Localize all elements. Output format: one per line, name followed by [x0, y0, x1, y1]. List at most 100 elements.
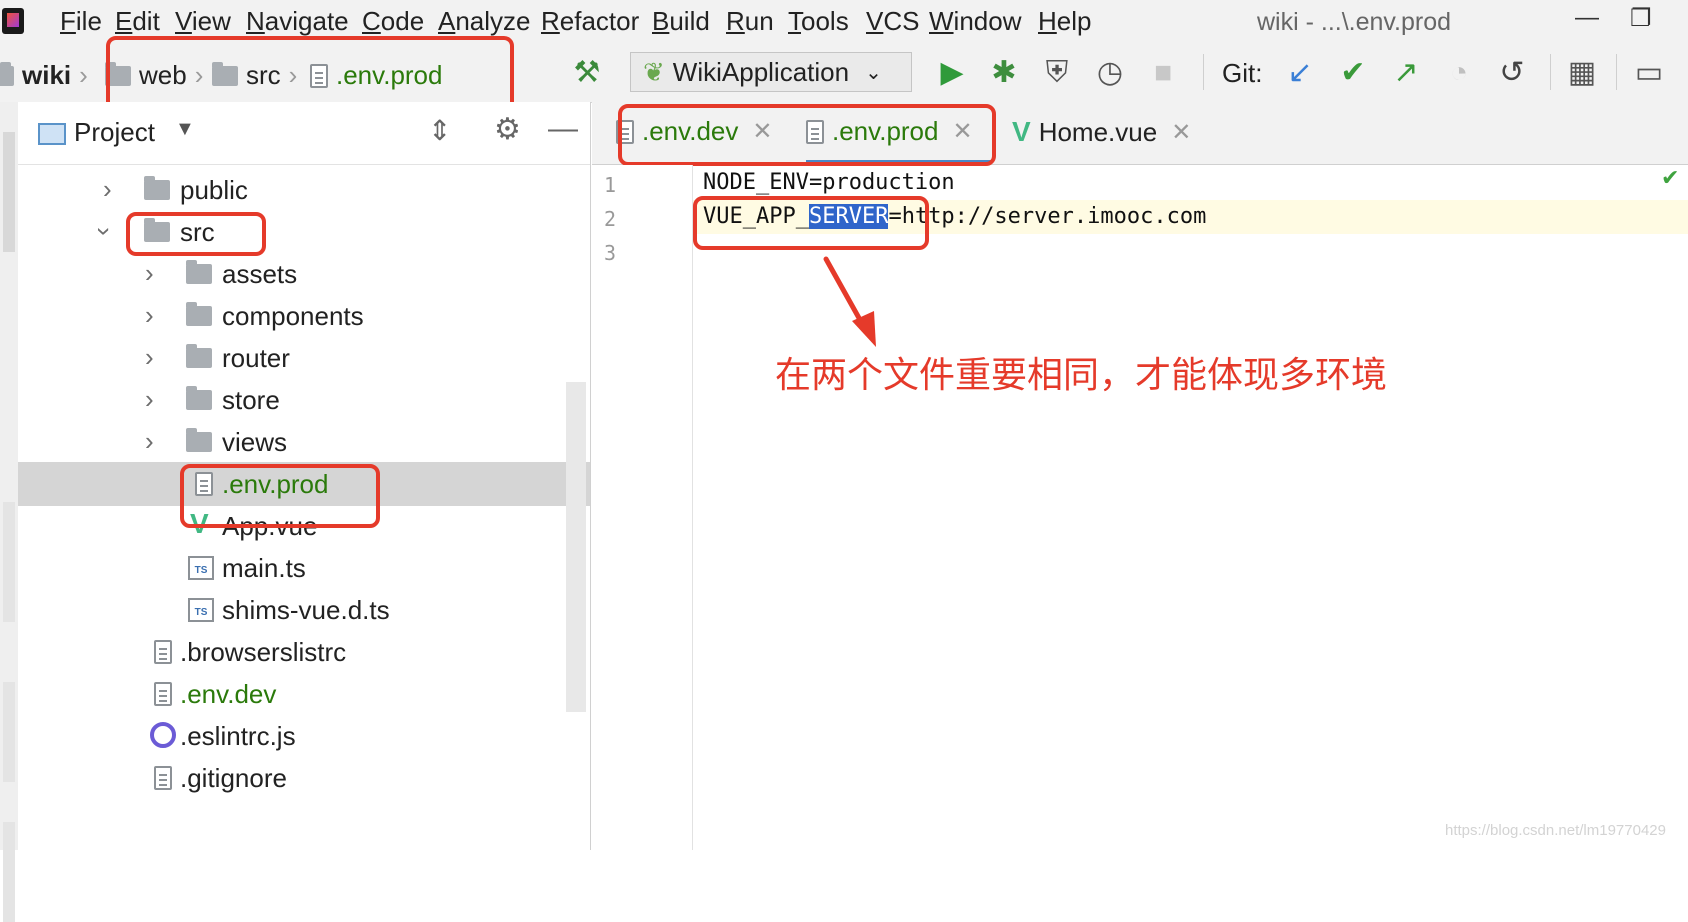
- tree-item-browserslistrc[interactable]: .browserslistrc: [18, 630, 590, 674]
- chevron-down-icon[interactable]: ›: [89, 227, 120, 236]
- tab-label: Home.vue: [1038, 116, 1158, 147]
- chevron-right-icon[interactable]: ›: [145, 342, 154, 373]
- run-configuration-select[interactable]: ❦ WikiApplication ⌄: [630, 52, 912, 92]
- tree-item-label: shims-vue.d.ts: [222, 595, 390, 625]
- annotation-text: 在两个文件重要相同，才能体现多环境: [775, 354, 1388, 395]
- chevron-right-icon[interactable]: ›: [145, 426, 154, 457]
- menu-tools[interactable]: Tools: [788, 6, 849, 37]
- menu-edit[interactable]: Edit: [115, 6, 160, 37]
- tree-item-router[interactable]: › router: [18, 336, 590, 380]
- file-icon: [154, 682, 172, 706]
- line-number: 1: [604, 173, 617, 197]
- app-icon: [2, 8, 24, 34]
- folder-icon: [186, 344, 212, 368]
- breadcrumb-label: wiki: [22, 60, 72, 90]
- tree-item-store[interactable]: › store: [18, 378, 590, 422]
- chevron-right-icon[interactable]: ›: [145, 300, 154, 331]
- tree-item-label: .eslintrc.js: [180, 721, 296, 751]
- tree-item-label: views: [222, 427, 288, 457]
- spring-leaf-icon: ❦: [643, 56, 665, 87]
- run-icon[interactable]: ▶: [935, 56, 969, 90]
- menu-run[interactable]: Run: [726, 6, 774, 37]
- profile-icon[interactable]: ◷: [1093, 56, 1127, 90]
- tree-item-gitignore[interactable]: .gitignore: [18, 756, 590, 800]
- hide-panel-icon[interactable]: —: [548, 112, 578, 146]
- git-label: Git:: [1222, 58, 1263, 88]
- minimize-icon[interactable]: —: [1575, 4, 1599, 32]
- tree-item-components[interactable]: › components: [18, 294, 590, 338]
- tree-item-shims-vue-d-ts[interactable]: TS shims-vue.d.ts: [18, 588, 590, 632]
- restore-icon[interactable]: ❐: [1630, 4, 1652, 33]
- vue-icon: V: [1012, 116, 1031, 147]
- folder-icon: [186, 260, 212, 284]
- toolbar-divider: [1616, 54, 1617, 90]
- tree-item-assets[interactable]: › assets: [18, 252, 590, 296]
- menu-help[interactable]: Help: [1038, 6, 1091, 37]
- tree-item-env-dev[interactable]: .env.dev: [18, 672, 590, 716]
- structure-tool-button[interactable]: [3, 822, 15, 922]
- project-panel-header: Project ▼ ⇕ ⚙ —: [18, 102, 590, 165]
- git-push-icon[interactable]: ↗: [1389, 56, 1423, 90]
- tree-item-label: assets: [222, 259, 298, 289]
- git-rollback-icon[interactable]: ↺: [1495, 56, 1529, 90]
- project-panel-title[interactable]: Project: [74, 117, 155, 148]
- git-commit-icon[interactable]: ✔: [1336, 56, 1370, 90]
- coverage-shield-icon[interactable]: ⛨: [1040, 56, 1074, 90]
- menu-refactor[interactable]: Refactor: [541, 6, 639, 37]
- toolbar-divider: [1550, 54, 1551, 90]
- line-number: 3: [604, 241, 617, 265]
- highlight-box-server-line: [693, 196, 929, 250]
- line-number-gutter: 1 2 3: [592, 165, 693, 850]
- tree-item-label: .gitignore: [180, 763, 287, 793]
- tree-scrollbar[interactable]: [566, 382, 586, 712]
- project-tool-button[interactable]: [3, 132, 15, 252]
- build-hammer-icon[interactable]: ⚒: [570, 56, 604, 90]
- collapse-all-icon[interactable]: ⇕: [428, 114, 451, 147]
- tree-item-views[interactable]: › views: [18, 420, 590, 464]
- chevron-right-icon[interactable]: ›: [103, 174, 112, 205]
- caret-down-icon[interactable]: ▼: [175, 118, 195, 141]
- inspection-ok-icon[interactable]: ✔: [1661, 165, 1679, 191]
- close-icon[interactable]: ✕: [1171, 118, 1191, 147]
- debug-bug-icon[interactable]: ✱: [987, 56, 1021, 90]
- tool-window-strip: [0, 102, 19, 922]
- stop-icon[interactable]: ■: [1146, 56, 1180, 90]
- folder-icon: [0, 61, 14, 86]
- chevron-right-icon: ›: [79, 60, 88, 90]
- tree-item-src[interactable]: › src: [18, 210, 590, 254]
- menu-file[interactable]: File: [60, 6, 102, 37]
- menu-build[interactable]: Build: [652, 6, 710, 37]
- folder-icon: [186, 302, 212, 326]
- tab-home-vue[interactable]: V Home.vue ✕: [1012, 116, 1191, 148]
- gear-icon[interactable]: ⚙: [494, 112, 521, 147]
- menu-vcs[interactable]: VCS: [866, 6, 919, 37]
- tree-item-label: .env.dev: [180, 679, 277, 709]
- highlight-box-breadcrumb: [106, 36, 514, 112]
- tree-item-label: components: [222, 301, 364, 331]
- git-update-icon[interactable]: ↙: [1283, 56, 1317, 90]
- tree-item-public[interactable]: › public: [18, 168, 590, 212]
- presentation-icon[interactable]: ▭: [1632, 56, 1666, 90]
- menu-analyze[interactable]: Analyze: [438, 6, 531, 37]
- favorites-tool-button[interactable]: [3, 502, 15, 622]
- tree-item-eslintrc[interactable]: .eslintrc.js: [18, 714, 590, 758]
- chevron-right-icon[interactable]: ›: [145, 384, 154, 415]
- git-history-icon[interactable]: ◔: [1442, 56, 1476, 90]
- chevron-right-icon[interactable]: ›: [145, 258, 154, 289]
- menu-code[interactable]: Code: [362, 6, 424, 37]
- highlight-box-tabs: [618, 104, 996, 166]
- tree-item-main-ts[interactable]: TS main.ts: [18, 546, 590, 590]
- menu-view[interactable]: View: [175, 6, 231, 37]
- web-tool-button[interactable]: [3, 682, 15, 782]
- folder-icon: [186, 428, 212, 452]
- window-title: wiki - ...\.env.prod: [1257, 8, 1452, 36]
- highlight-box-src: [126, 212, 266, 256]
- menu-navigate[interactable]: Navigate: [246, 6, 349, 37]
- breadcrumb-item-wiki[interactable]: wiki ›: [0, 60, 88, 91]
- annotation-arrow: [823, 256, 876, 347]
- project-structure-icon[interactable]: ▦: [1565, 56, 1599, 90]
- tree-item-label: store: [222, 385, 280, 415]
- run-config-label: WikiApplication: [672, 56, 850, 87]
- tree-item-label: main.ts: [222, 553, 306, 583]
- menu-window[interactable]: Window: [929, 6, 1021, 37]
